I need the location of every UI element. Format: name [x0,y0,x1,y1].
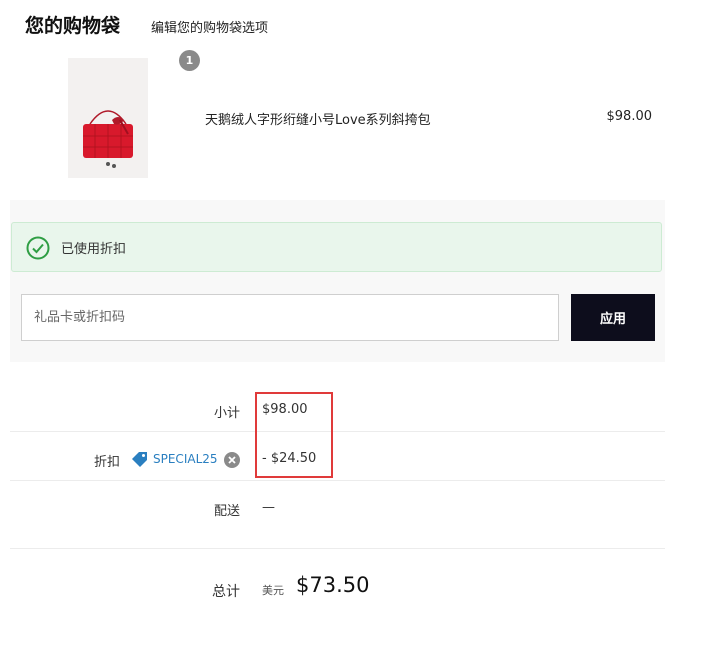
edit-bag-link[interactable]: 编辑您的购物袋选项 [151,17,268,36]
product-price: $98.00 [606,109,653,124]
product-name[interactable]: 天鹅绒人字形绗缝小号Love系列斜挎包 [205,109,431,128]
discount-code: SPECIAL25 [153,452,218,466]
row-divider [10,480,665,481]
shipping-value: — [262,500,275,515]
apply-button[interactable]: 应用 [571,294,655,341]
check-circle-icon [26,236,50,260]
discount-code-input[interactable] [21,294,559,341]
highlight-box [255,392,333,478]
quantity-badge: 1 [179,50,200,71]
product-image[interactable] [68,58,148,178]
discount-label: 折扣 [93,455,120,470]
remove-discount-icon[interactable] [224,452,240,468]
page-title: 您的购物袋 [25,15,121,37]
subtotal-label: 小计 [213,406,240,421]
shipping-label: 配送 [213,504,240,519]
row-divider [10,431,665,432]
crossbody-bag-icon [68,58,148,178]
total-value: $73.50 [296,573,370,597]
total-divider [10,548,665,549]
tag-icon [132,452,147,467]
total-label: 总计 [212,584,240,600]
alert-text: 已使用折扣 [61,242,127,257]
total-currency: 美元 [262,584,284,597]
